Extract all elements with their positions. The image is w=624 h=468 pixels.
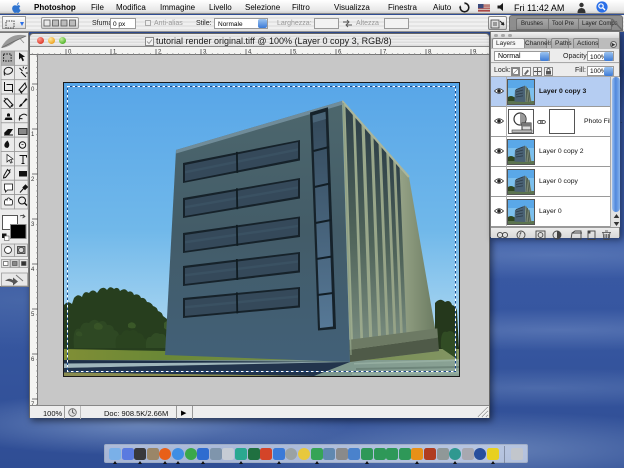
svg-text:6: 6 — [31, 357, 35, 363]
svg-text:5: 5 — [31, 312, 35, 318]
svg-text:1: 1 — [31, 132, 35, 138]
svg-text:2: 2 — [31, 177, 35, 183]
svg-text:0: 0 — [31, 87, 35, 93]
svg-text:3: 3 — [31, 222, 35, 228]
svg-text:4: 4 — [31, 267, 35, 273]
svg-text:f: f — [519, 233, 522, 240]
